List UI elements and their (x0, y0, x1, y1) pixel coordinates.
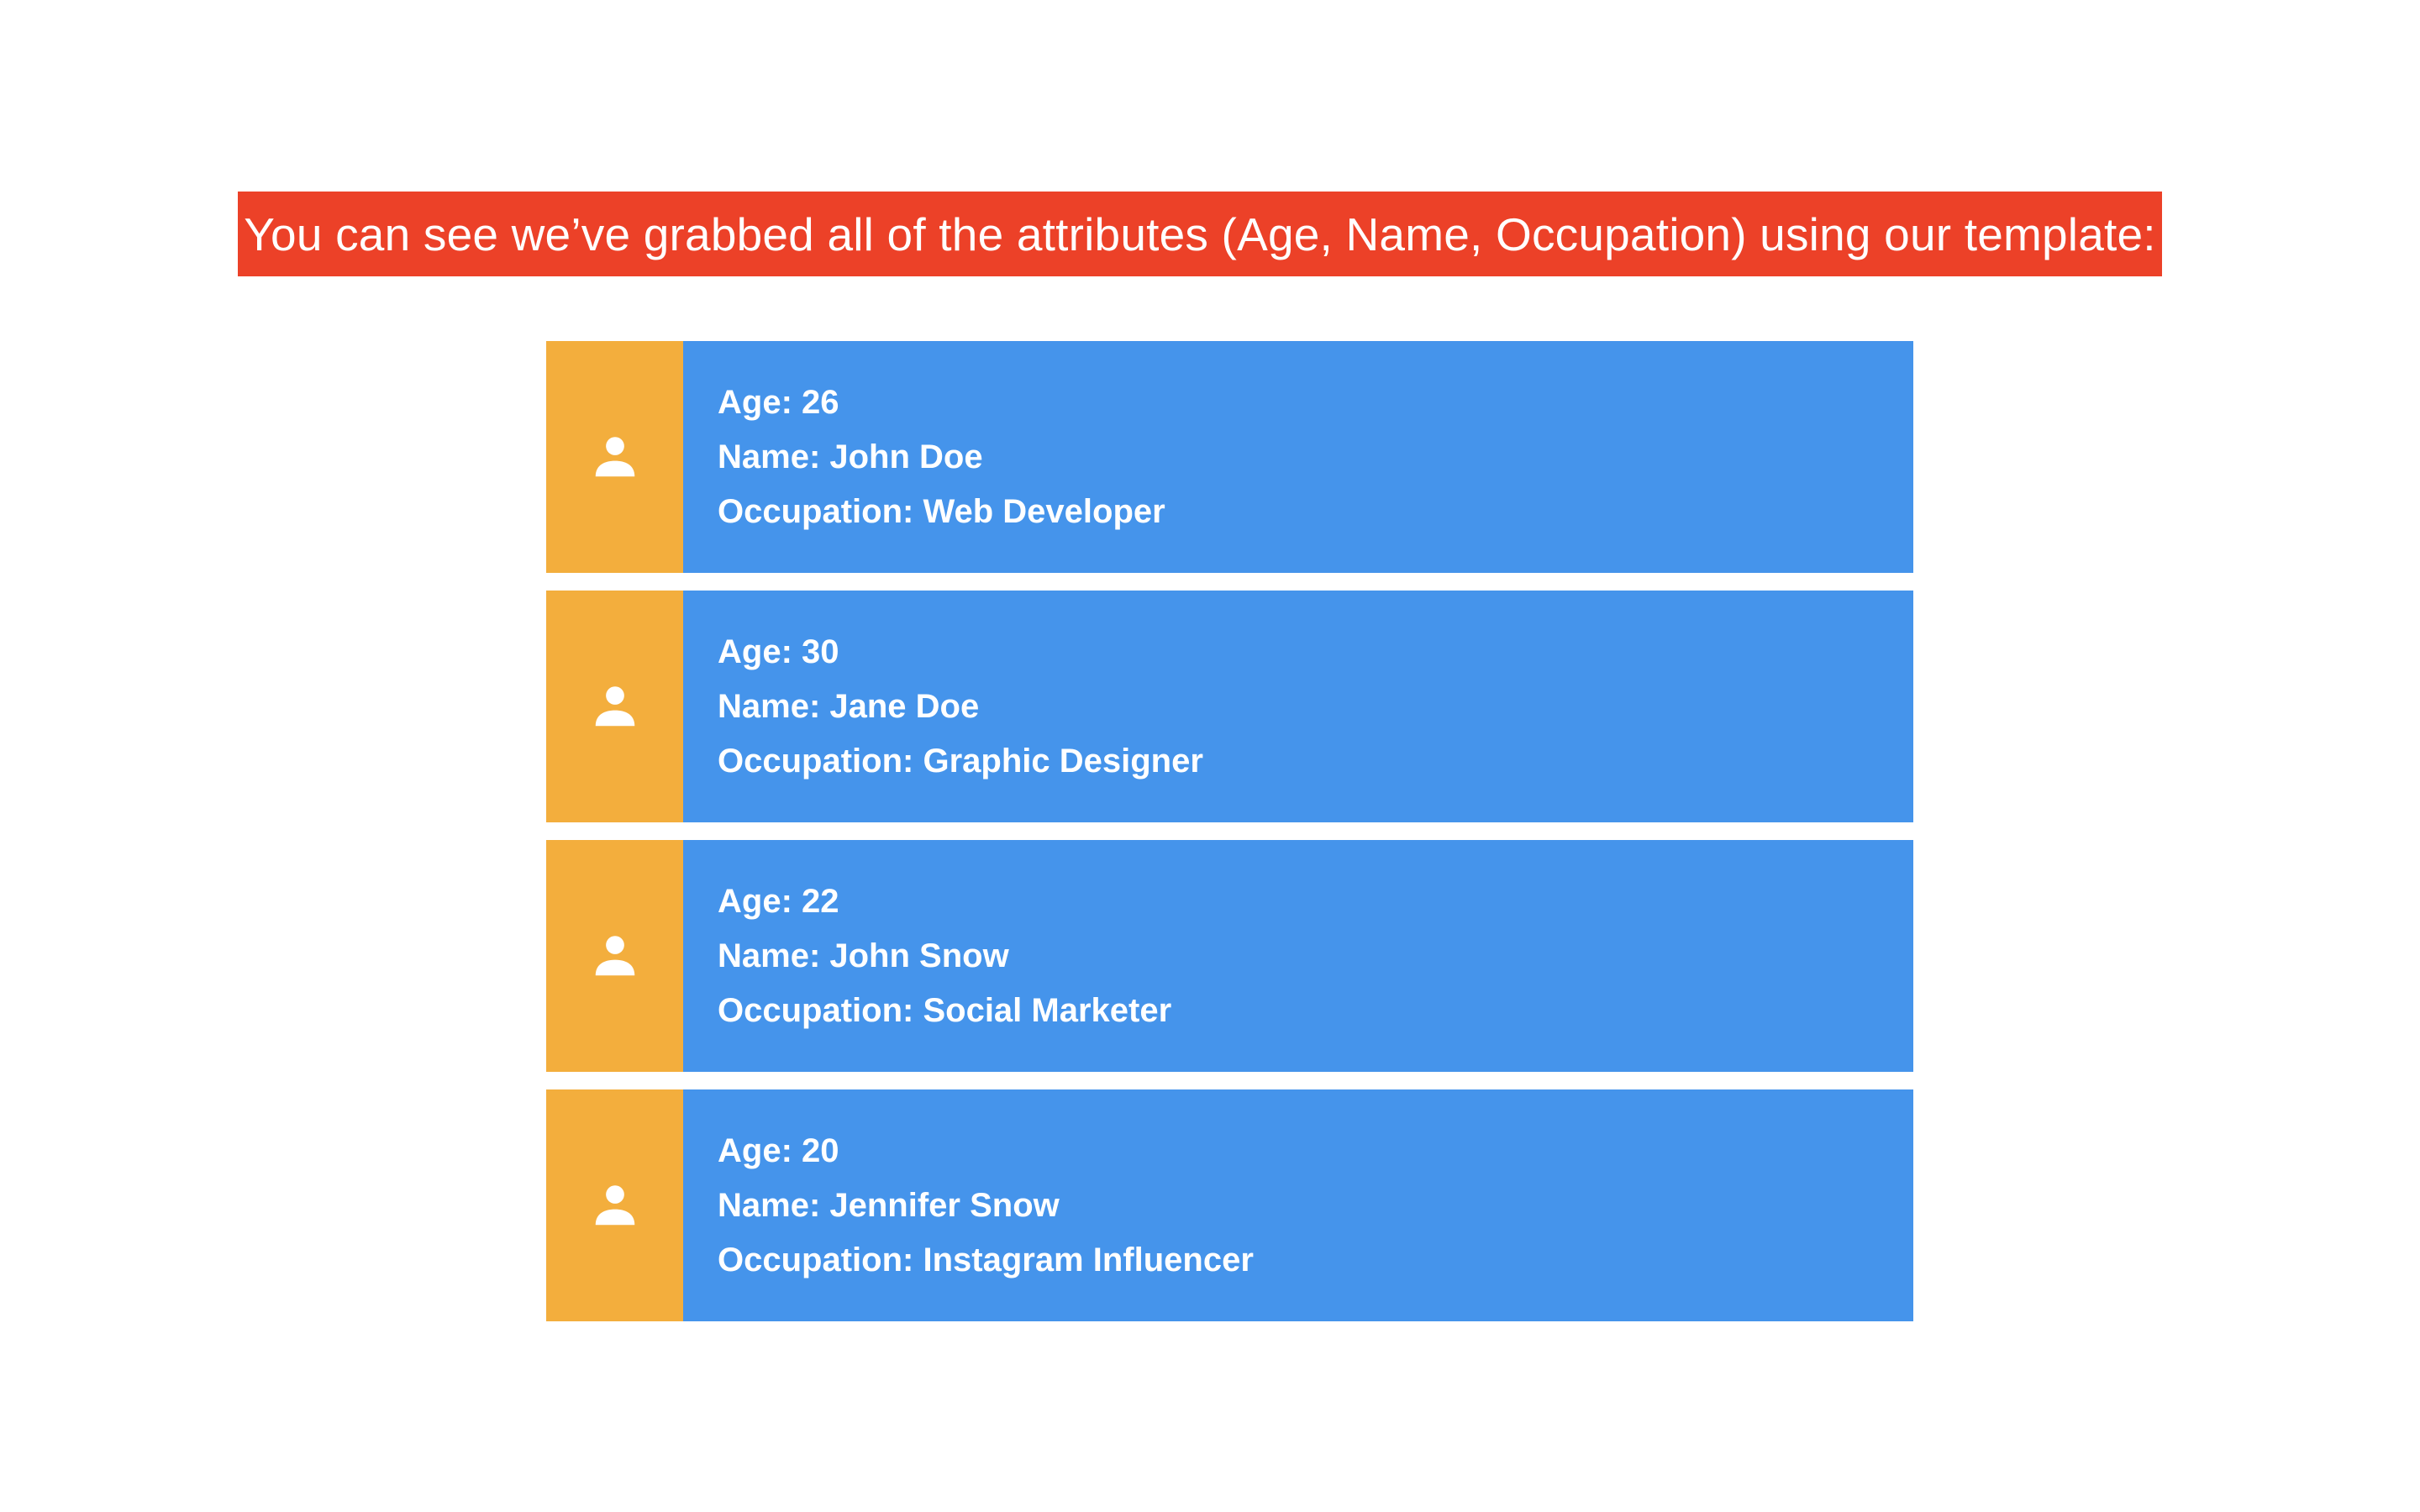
occupation-field: Occupation: Instagram Influencer (718, 1241, 1254, 1278)
page: You can see we’ve grabbed all of the att… (0, 0, 2420, 1512)
person-card: Age: 26 Name: John Doe Occupation: Web D… (546, 341, 1913, 573)
name-field: Name: John Snow (718, 937, 1009, 974)
card-icon-panel (546, 1089, 683, 1321)
person-card: Age: 20 Name: Jennifer Snow Occupation: … (546, 1089, 1913, 1321)
person-icon (595, 437, 634, 477)
card-icon-panel (546, 591, 683, 822)
title-banner: You can see we’ve grabbed all of the att… (238, 192, 2162, 276)
person-icon (595, 936, 634, 976)
person-card: Age: 30 Name: Jane Doe Occupation: Graph… (546, 591, 1913, 822)
name-field: Name: John Doe (718, 438, 983, 475)
banner-text: You can see we’ve grabbed all of the att… (244, 207, 2156, 260)
age-field: Age: 22 (718, 882, 839, 920)
age-field: Age: 30 (718, 633, 839, 670)
occupation-field: Occupation: Social Marketer (718, 991, 1172, 1029)
person-card: Age: 22 Name: John Snow Occupation: Soci… (546, 840, 1913, 1072)
card-details: Age: 20 Name: Jennifer Snow Occupation: … (683, 1089, 1913, 1321)
card-icon-panel (546, 840, 683, 1072)
occupation-field: Occupation: Graphic Designer (718, 742, 1203, 780)
person-card-list: Age: 26 Name: John Doe Occupation: Web D… (546, 341, 1913, 1339)
card-details: Age: 30 Name: Jane Doe Occupation: Graph… (683, 591, 1913, 822)
card-details: Age: 26 Name: John Doe Occupation: Web D… (683, 341, 1913, 573)
age-field: Age: 20 (718, 1131, 839, 1169)
card-icon-panel (546, 341, 683, 573)
name-field: Name: Jennifer Snow (718, 1186, 1060, 1224)
card-details: Age: 22 Name: John Snow Occupation: Soci… (683, 840, 1913, 1072)
person-icon (595, 1185, 634, 1226)
person-icon (595, 686, 634, 727)
name-field: Name: Jane Doe (718, 687, 980, 725)
occupation-field: Occupation: Web Developer (718, 492, 1165, 530)
age-field: Age: 26 (718, 383, 839, 421)
